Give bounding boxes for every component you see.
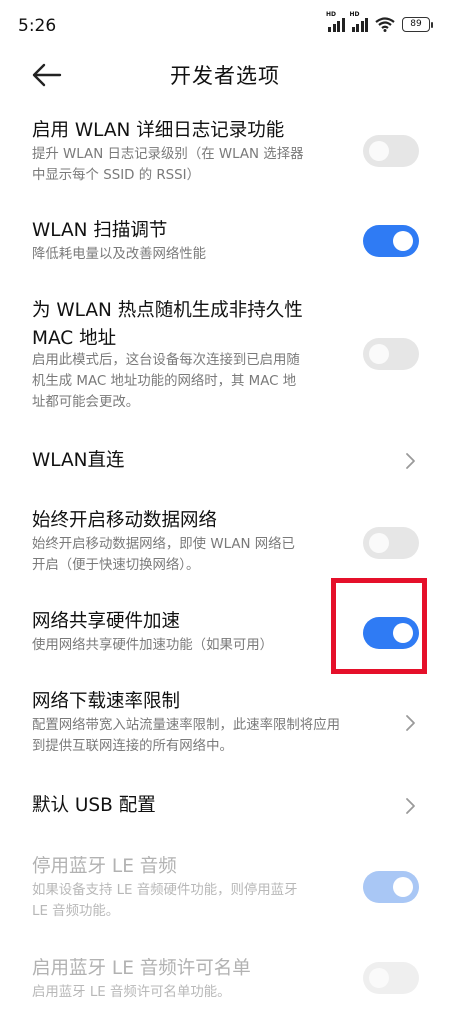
setting-title: 网络共享硬件加速 [32,611,181,632]
setting-title: 启用 WLAN 详细日志记录功能 [32,120,285,141]
setting-desc: 启用蓝牙 LE 音频许可名单功能。 [32,985,231,1000]
wlan-scan-throttling-toggle[interactable] [363,225,419,257]
setting-title: 启用蓝牙 LE 音频许可名单 [32,958,251,979]
setting-title: WLAN 扫描调节 [32,220,168,241]
setting-title: 停用蓝牙 LE 音频 [32,856,177,877]
hd-label: HD [326,10,337,18]
setting-desc: 降低耗电量以及改善网络性能 [32,247,207,262]
signal-icon: HD [326,11,345,32]
setting-bluetooth-le-audio-allowlist: 启用蓝牙 LE 音频许可名单 启用蓝牙 LE 音频许可名单功能。 [0,956,450,1006]
setting-desc: 提升 WLAN 日志记录级别（在 WLAN 选择器 中显示每个 SSID 的 R… [32,147,304,183]
setting-mobile-data-always-on[interactable]: 始终开启移动数据网络 始终开启移动数据网络，即使 WLAN 网络已 开启（便于快… [0,508,450,578]
setting-wlan-hotspot-random-mac[interactable]: 为 WLAN 热点随机生成非持久性 MAC 地址 启用此模式后，这台设备每次连接… [0,297,450,417]
disable-bluetooth-le-audio-toggle [363,871,419,903]
wlan-hotspot-random-mac-toggle[interactable] [363,338,419,370]
setting-network-download-rate-limit[interactable]: 网络下载速率限制 配置网络带宽入站流量速率限制，此速率限制将应用 到提供互联网连… [0,689,450,759]
wifi-icon [375,17,395,32]
header: 开发者选项 [0,50,450,100]
setting-title: 为 WLAN 热点随机生成非持久性 MAC 地址 [32,300,303,349]
setting-title: WLAN直连 [32,450,125,471]
setting-desc: 使用网络共享硬件加速功能（如果可用） [32,638,274,653]
chevron-right-icon [406,715,415,731]
setting-desc: 如果设备支持 LE 音频硬件功能，则停用蓝牙 LE 音频功能。 [32,883,298,919]
setting-title: 网络下载速率限制 [32,691,181,712]
mobile-data-always-on-toggle[interactable] [363,527,419,559]
setting-desc: 配置网络带宽入站流量速率限制，此速率限制将应用 到提供互联网连接的所有网络中。 [32,718,340,754]
battery-icon: 89 [402,17,433,32]
page-title: 开发者选项 [170,64,280,88]
setting-desc: 启用此模式后，这台设备每次连接到已启用随 机生成 MAC 地址功能的网络时，其 … [32,353,300,410]
status-bar: 5:26 HD HD 89 [0,0,450,56]
bluetooth-le-audio-allowlist-toggle [363,962,419,994]
wlan-verbose-logging-toggle[interactable] [363,135,419,167]
hd-label-2: HD [349,10,360,18]
setting-disable-bluetooth-le-audio: 停用蓝牙 LE 音频 如果设备支持 LE 音频硬件功能，则停用蓝牙 LE 音频功… [0,854,450,924]
status-icons: HD HD 89 [326,11,433,32]
signal-icon-2: HD [350,11,368,32]
status-time: 5:26 [18,16,57,36]
setting-title: 始终开启移动数据网络 [32,510,218,531]
chevron-right-icon [406,453,415,469]
setting-default-usb-config[interactable]: 默认 USB 配置 [0,793,450,823]
highlight-box [331,578,427,674]
setting-wlan-scan-throttling[interactable]: WLAN 扫描调节 降低耗电量以及改善网络性能 [0,218,450,268]
chevron-right-icon [406,798,415,814]
setting-wlan-direct[interactable]: WLAN直连 [0,448,450,478]
setting-wlan-verbose-logging[interactable]: 启用 WLAN 详细日志记录功能 提升 WLAN 日志记录级别（在 WLAN 选… [0,118,450,198]
setting-title: 默认 USB 配置 [32,795,156,816]
setting-desc: 始终开启移动数据网络，即使 WLAN 网络已 开启（便于快速切换网络）。 [32,537,295,573]
